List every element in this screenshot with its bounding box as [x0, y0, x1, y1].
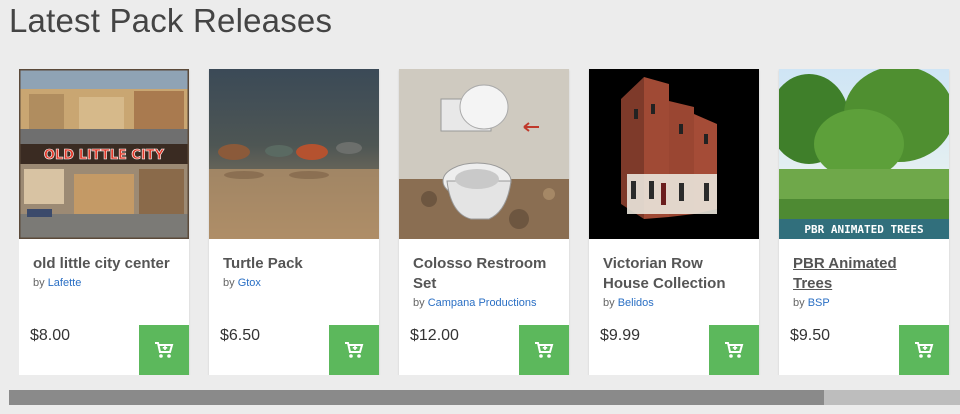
author-link[interactable]: Lafette — [48, 277, 82, 289]
product-author: by Campana Productions — [413, 297, 537, 309]
product-author: by Belidos — [603, 297, 654, 309]
cart-plus-icon — [725, 342, 744, 358]
product-thumbnail[interactable] — [399, 69, 569, 239]
add-to-cart-button[interactable] — [329, 325, 379, 375]
cart-plus-icon — [915, 342, 934, 358]
product-thumbnail[interactable] — [209, 69, 379, 239]
product-thumbnail[interactable] — [589, 69, 759, 239]
thumbnail-caption: PBR ANIMATED TREES — [804, 223, 923, 236]
product-author: by Lafette — [33, 277, 82, 289]
horizontal-scrollbar[interactable] — [9, 390, 960, 405]
cart-plus-icon — [345, 342, 364, 358]
product-card[interactable]: OLD LITTLE CITY old little city center b… — [19, 69, 189, 375]
product-card[interactable]: Turtle Pack by Gtox $6.50 — [209, 69, 379, 375]
thumbnail-caption: OLD LITTLE CITY — [44, 148, 165, 163]
product-name[interactable]: Victorian Row House Collection — [603, 254, 749, 294]
scrollbar-thumb[interactable] — [9, 390, 824, 405]
add-to-cart-button[interactable] — [709, 325, 759, 375]
add-to-cart-button[interactable] — [899, 325, 949, 375]
add-to-cart-button[interactable] — [519, 325, 569, 375]
product-price: $9.50 — [790, 327, 831, 344]
product-name[interactable]: Turtle Pack — [223, 254, 369, 274]
author-link[interactable]: Campana Productions — [428, 297, 537, 309]
product-thumbnail[interactable]: PBR ANIMATED TREES — [779, 69, 949, 239]
cart-plus-icon — [155, 342, 174, 358]
product-name[interactable]: PBR Animated Trees — [793, 254, 939, 294]
product-card[interactable]: Victorian Row House Collection by Belido… — [589, 69, 759, 375]
product-price: $9.99 — [600, 327, 641, 344]
add-to-cart-button[interactable] — [139, 325, 189, 375]
product-author: by BSP — [793, 297, 830, 309]
product-price: $6.50 — [220, 327, 261, 344]
product-carousel: OLD LITTLE CITY old little city center b… — [19, 69, 960, 375]
product-thumbnail[interactable]: OLD LITTLE CITY — [19, 69, 189, 239]
product-name[interactable]: old little city center — [33, 254, 179, 274]
product-card[interactable]: PBR ANIMATED TREES PBR Animated Trees by… — [779, 69, 949, 375]
product-author: by Gtox — [223, 277, 261, 289]
author-link[interactable]: BSP — [808, 297, 830, 309]
section-title: Latest Pack Releases — [9, 2, 333, 39]
author-link[interactable]: Belidos — [618, 297, 654, 309]
author-link[interactable]: Gtox — [238, 277, 261, 289]
product-price: $8.00 — [30, 327, 71, 344]
product-price: $12.00 — [410, 327, 459, 344]
product-name[interactable]: Colosso Restroom Set — [413, 254, 559, 294]
cart-plus-icon — [535, 342, 554, 358]
product-card[interactable]: Colosso Restroom Set by Campana Producti… — [399, 69, 569, 375]
